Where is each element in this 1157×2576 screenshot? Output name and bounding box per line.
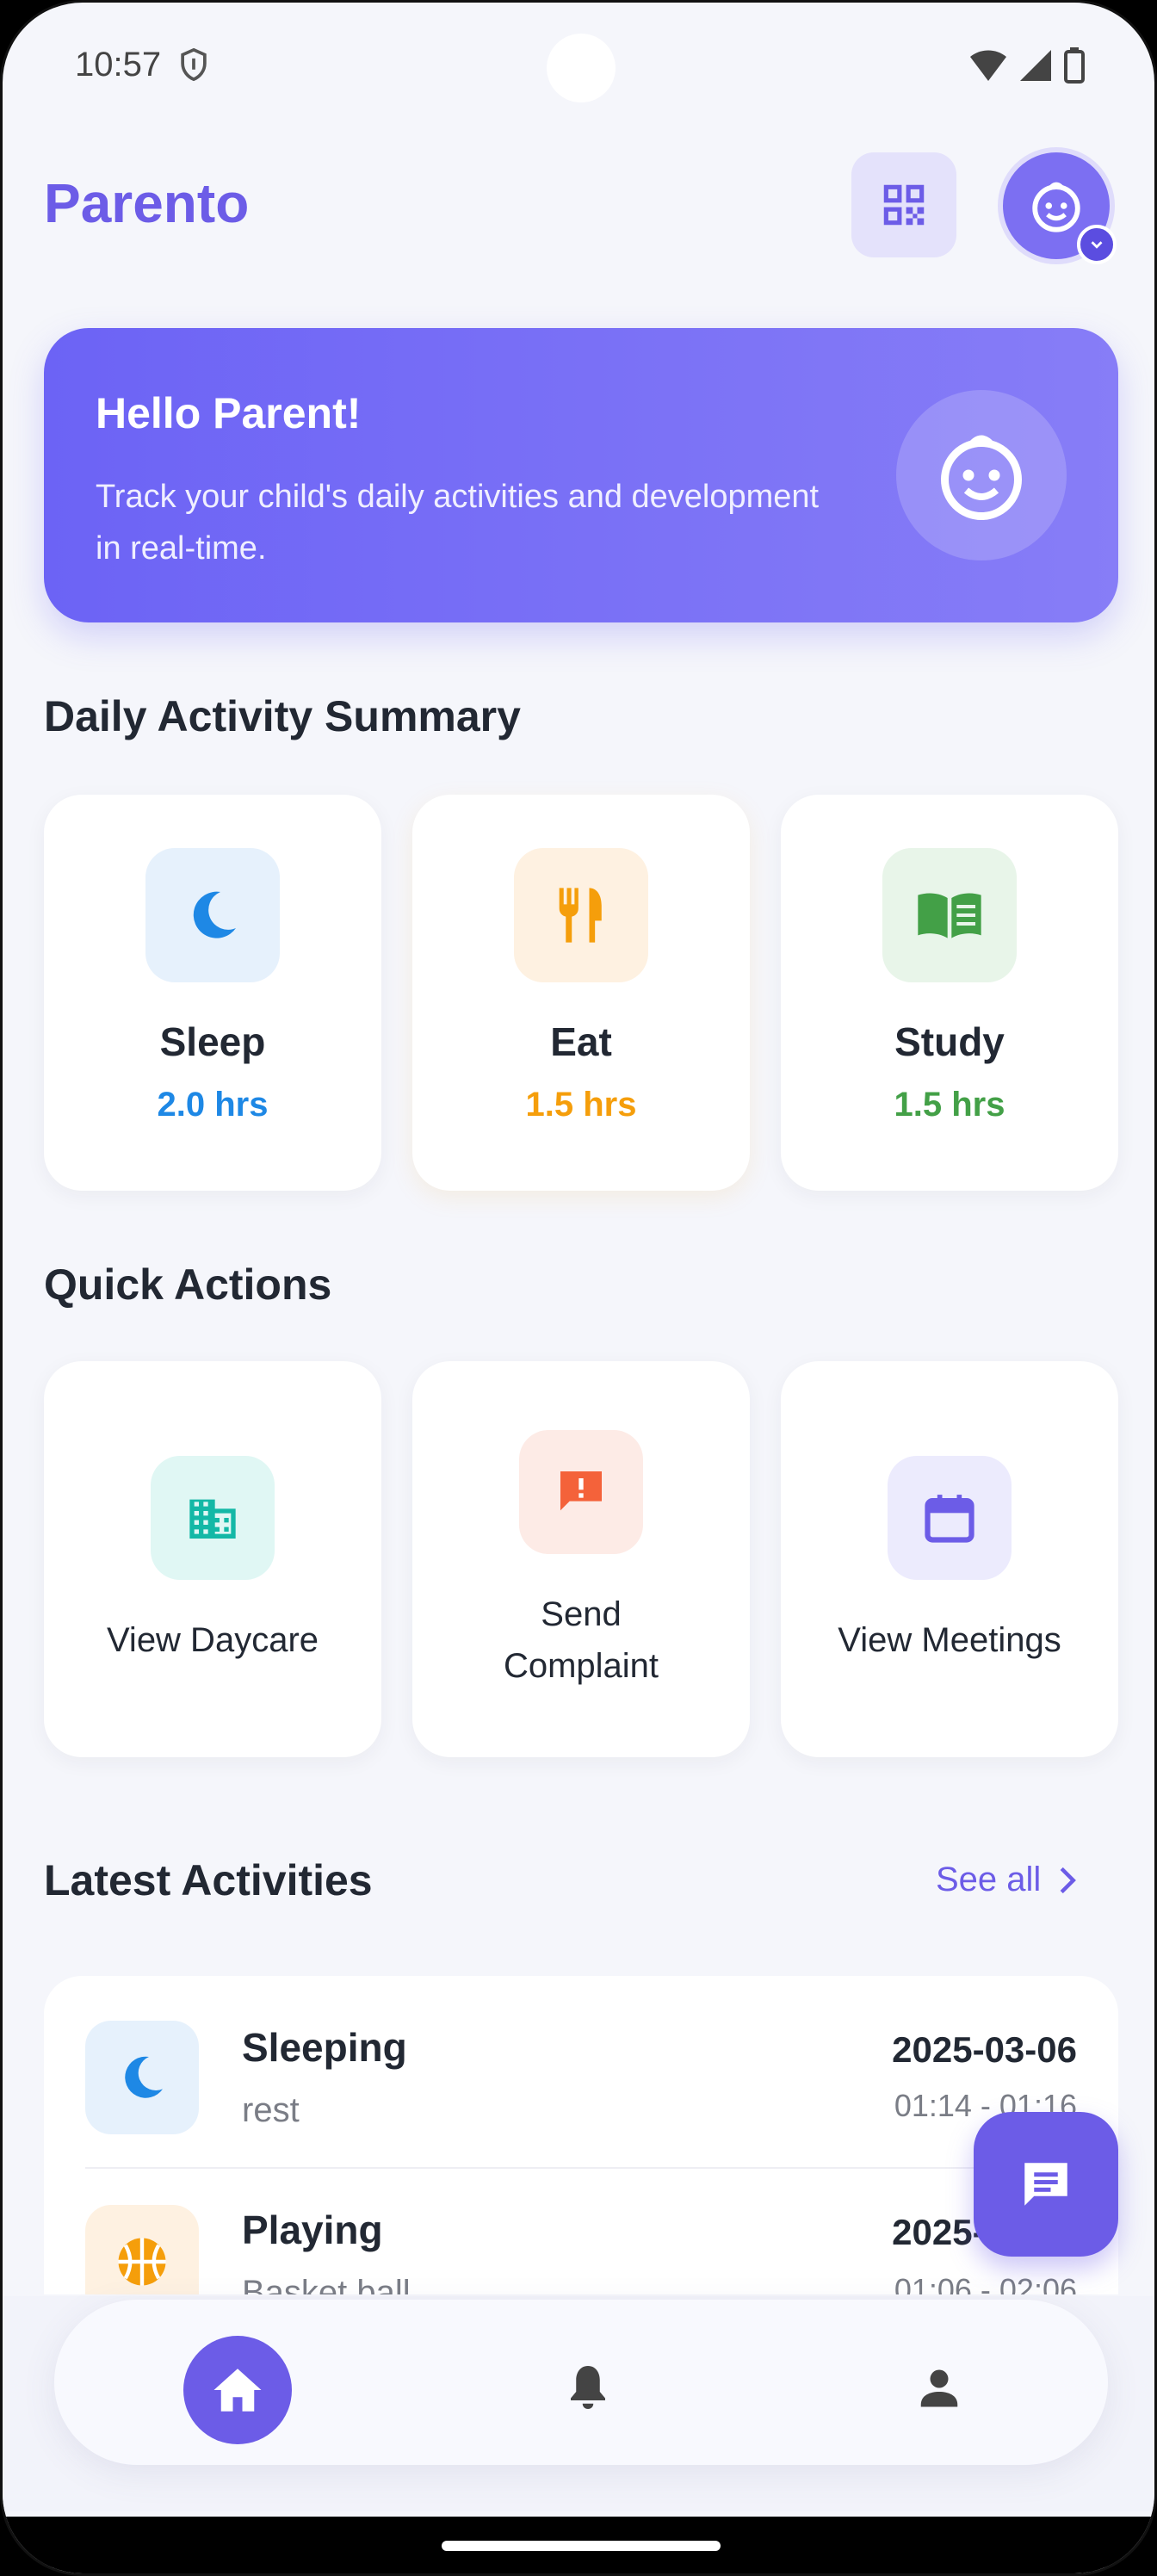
phone-screen: 10:57 Parento Hello Parent! Track your c… — [0, 0, 1157, 2576]
quick-actions-title: Quick Actions — [44, 1260, 332, 1309]
status-time: 10:57 — [75, 46, 162, 84]
signal-icon — [1020, 50, 1051, 81]
activity-date: 2025-03-06 — [892, 2029, 1077, 2070]
latest-activities-title: Latest Activities — [44, 1856, 373, 1904]
see-all-label: See all — [936, 1861, 1042, 1898]
moon-icon — [145, 848, 280, 982]
report-icon — [519, 1430, 643, 1554]
shield-icon — [181, 47, 207, 82]
bell-icon — [571, 2366, 605, 2409]
send-complaint-button[interactable]: Send Complaint — [412, 1361, 750, 1757]
summary-label: Sleep — [159, 1019, 266, 1064]
quick-action-label: Send Complaint — [503, 1595, 659, 1685]
wifi-icon — [970, 50, 1006, 81]
activity-subtitle: Basket ball — [242, 2274, 411, 2294]
status-icons — [968, 47, 1086, 84]
qr-scan-button[interactable] — [851, 152, 956, 257]
fork-knife-icon — [514, 848, 648, 982]
banner-text: Track your child's daily activities and … — [96, 479, 820, 567]
summary-value: 1.5 hrs — [894, 1086, 1005, 1124]
activity-title: Playing — [242, 2208, 383, 2252]
baby-face-icon — [941, 435, 1022, 520]
activities-list: Sleeping rest 2025-03-06 01:14 - 01:16 P… — [44, 1976, 1118, 2294]
qr-code-icon — [883, 184, 925, 226]
summary-value: 1.5 hrs — [525, 1086, 637, 1124]
banner-title: Hello Parent! — [96, 389, 362, 437]
banner-badge — [896, 390, 1067, 560]
view-daycare-button[interactable]: View Daycare — [44, 1361, 381, 1757]
calendar-icon — [888, 1456, 1012, 1580]
home-icon — [213, 2369, 262, 2412]
see-all-link[interactable]: See all — [936, 1861, 1079, 1899]
quick-action-label: View Meetings — [838, 1621, 1061, 1659]
home-indicator[interactable] — [442, 2541, 721, 2551]
summary-label: Eat — [550, 1019, 612, 1064]
summary-card-study[interactable]: Study 1.5 hrs — [781, 795, 1118, 1191]
app-title: Parento — [44, 172, 250, 234]
nav-profile[interactable] — [905, 2353, 974, 2422]
bottom-nav — [54, 2300, 1108, 2465]
ball-icon — [85, 2205, 199, 2294]
book-icon — [882, 848, 1017, 982]
chat-icon — [1024, 2163, 1067, 2206]
activity-row[interactable]: Playing Basket ball 2025-03-06 01:06 - 0… — [44, 2170, 1118, 2294]
chat-fab[interactable] — [974, 2112, 1118, 2257]
quick-action-label: View Daycare — [106, 1621, 319, 1659]
camera-cutout — [547, 34, 616, 102]
chevron-right-icon — [1060, 1867, 1077, 1893]
activity-row[interactable]: Sleeping rest 2025-03-06 01:14 - 01:16 — [44, 1976, 1118, 2169]
moon-icon — [85, 2021, 199, 2134]
building-icon — [151, 1456, 275, 1580]
person-icon — [920, 2369, 958, 2407]
status-bar: 10:57 — [3, 3, 1154, 132]
view-meetings-button[interactable]: View Meetings — [781, 1361, 1118, 1757]
summary-card-eat[interactable]: Eat 1.5 hrs — [412, 795, 750, 1191]
nav-notifications[interactable] — [554, 2353, 622, 2422]
chevron-down-icon[interactable] — [1077, 225, 1117, 264]
activity-time: 01:06 - 02:06 — [894, 2272, 1077, 2294]
activity-title: Sleeping — [242, 2025, 407, 2070]
summary-label: Study — [894, 1019, 1005, 1064]
nav-home[interactable] — [183, 2336, 292, 2444]
battery-icon — [1064, 47, 1085, 84]
summary-value: 2.0 hrs — [157, 1086, 269, 1124]
summary-title: Daily Activity Summary — [44, 692, 521, 740]
divider — [85, 2167, 1077, 2169]
activity-subtitle: rest — [242, 2091, 300, 2129]
baby-face-icon — [1032, 182, 1080, 232]
summary-card-sleep[interactable]: Sleep 2.0 hrs — [44, 795, 381, 1191]
welcome-banner: Hello Parent! Track your child's daily a… — [44, 328, 1118, 622]
